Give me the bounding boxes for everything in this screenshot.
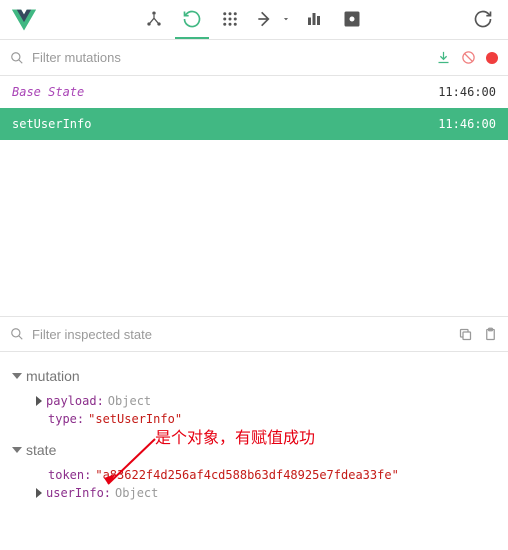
search-icon xyxy=(10,51,24,65)
clipboard-icon[interactable] xyxy=(483,327,498,342)
chevron-right-icon xyxy=(36,488,42,498)
copy-icon[interactable] xyxy=(458,327,473,342)
mutation-list: Base State 11:46:00 setUserInfo 11:46:00 xyxy=(0,76,508,316)
token-line: token: "a83622f4d256af4cd588b63df48925e7… xyxy=(12,466,496,484)
commit-all-icon[interactable] xyxy=(436,50,451,65)
chevron-right-icon xyxy=(36,396,42,406)
toolbar xyxy=(0,0,508,40)
mutation-time: 11:46:00 xyxy=(438,117,496,131)
revert-all-icon[interactable] xyxy=(461,50,476,65)
inspected-filter-row xyxy=(0,316,508,352)
annotation-text: 是个对象，有赋值成功 xyxy=(155,424,315,448)
tab-routing[interactable] xyxy=(251,1,279,39)
refresh-button[interactable] xyxy=(466,1,500,39)
tab-components[interactable] xyxy=(137,1,171,39)
toolbar-tabs xyxy=(40,1,466,39)
chevron-down-icon xyxy=(12,447,22,453)
tab-perf[interactable] xyxy=(297,1,331,39)
mutation-label: setUserInfo xyxy=(12,117,91,131)
payload-line[interactable]: payload: Object xyxy=(12,392,496,410)
tab-events[interactable] xyxy=(213,1,247,39)
filter-inspected-input[interactable] xyxy=(32,327,450,342)
mutation-section-header[interactable]: mutation xyxy=(12,368,496,384)
annotation-arrow xyxy=(100,434,160,490)
mutation-row-selected[interactable]: setUserInfo 11:46:00 xyxy=(0,108,508,140)
mutations-filter-row xyxy=(0,40,508,76)
tab-vuex[interactable] xyxy=(175,1,209,39)
filter-mutations-input[interactable] xyxy=(32,50,428,65)
record-icon[interactable] xyxy=(486,52,498,64)
tab-settings[interactable] xyxy=(335,1,369,39)
vue-logo xyxy=(8,4,40,36)
base-state-row[interactable]: Base State 11:46:00 xyxy=(0,76,508,108)
base-state-label: Base State xyxy=(12,85,84,99)
search-icon xyxy=(10,327,24,341)
inspect-body: mutation payload: Object type: "setUserI… xyxy=(0,352,508,512)
userinfo-line[interactable]: userInfo: Object xyxy=(12,484,496,502)
base-state-time: 11:46:00 xyxy=(438,85,496,99)
chevron-down-icon xyxy=(12,373,22,379)
routing-dropdown[interactable] xyxy=(279,1,293,39)
